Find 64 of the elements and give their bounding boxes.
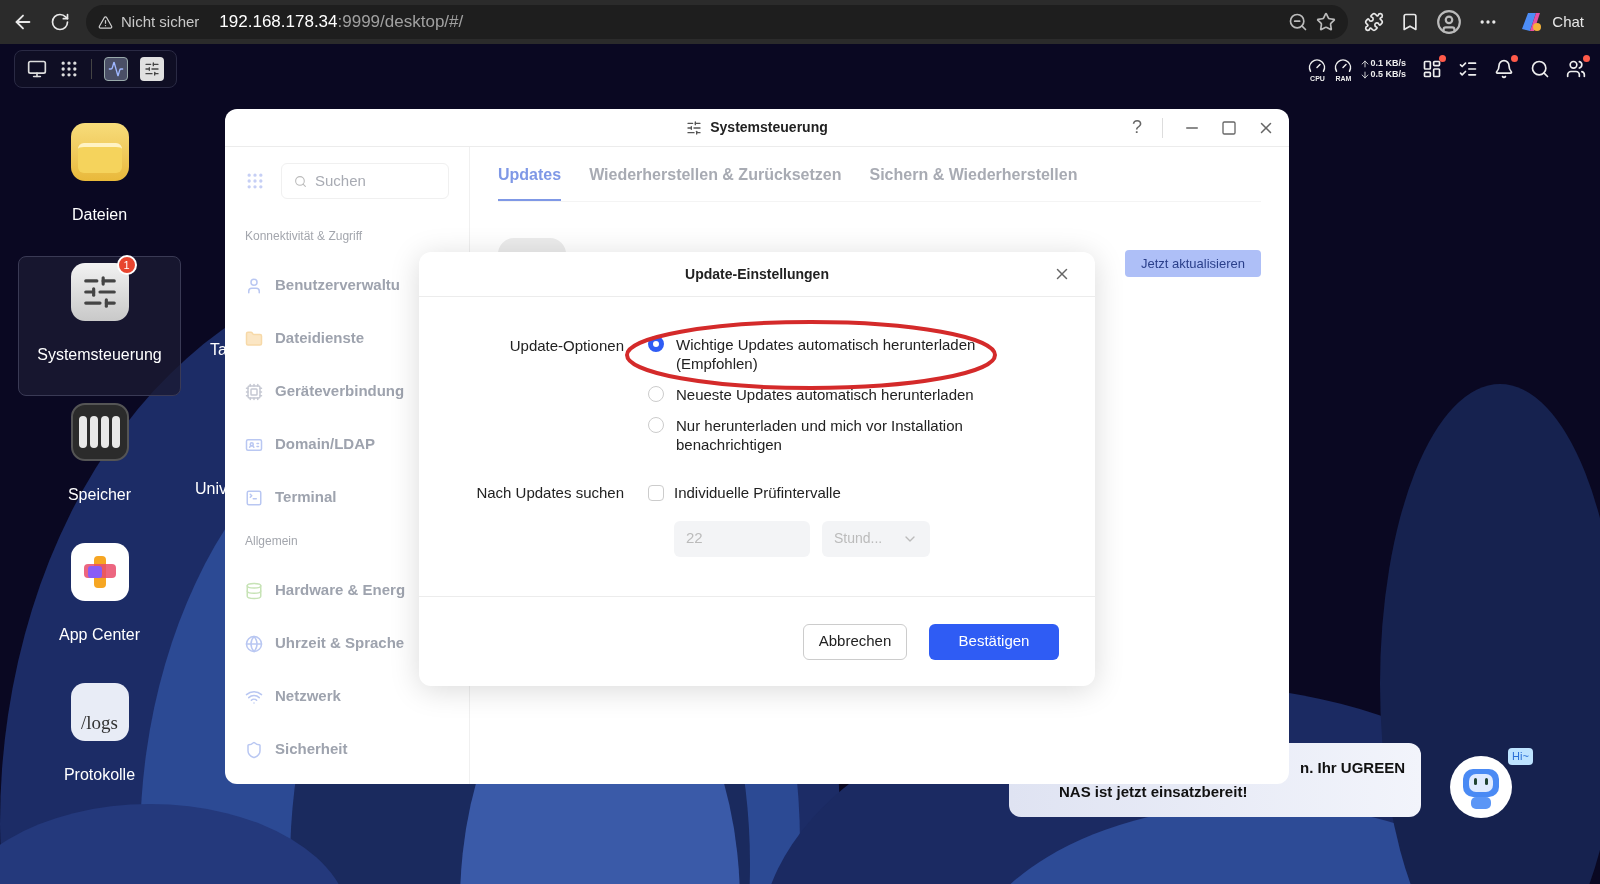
database-icon — [245, 581, 263, 600]
logs-icon: /logs — [70, 683, 129, 741]
app-center-icon — [70, 543, 129, 601]
window-title: Systemsteuerung — [710, 118, 828, 137]
desktop-icon[interactable] — [27, 59, 47, 79]
download-arrow-icon — [1360, 69, 1371, 80]
cpu-gauge-icon — [1308, 56, 1327, 75]
terminal-icon — [245, 488, 263, 507]
task-list-icon[interactable] — [1458, 59, 1478, 79]
update-now-button[interactable]: Jetzt aktualisieren — [1124, 250, 1261, 277]
users-icon[interactable] — [1566, 59, 1586, 79]
desktop-shortcut[interactable]: /logs Protokolle — [18, 676, 181, 816]
shield-icon — [245, 740, 263, 759]
security-label: Nicht sicher — [121, 11, 200, 32]
greeting-badge: Hi~ — [1508, 748, 1533, 765]
section-heading: Konnektivität & Zugriff — [245, 228, 364, 245]
notification-text: n. Ihr UGREEN — [1299, 757, 1405, 778]
star-icon[interactable] — [1316, 12, 1337, 32]
cancel-button[interactable]: Abbrechen — [803, 623, 907, 660]
reload-icon[interactable] — [50, 12, 70, 32]
device-icon — [245, 382, 263, 401]
search-icon — [294, 174, 307, 188]
storage-icon — [70, 403, 129, 461]
section-heading: Allgemein — [245, 533, 299, 550]
notification-text: NAS ist jetzt einsatzbereit! — [1058, 782, 1248, 802]
dialog-title: Update-Einstellungen — [685, 264, 829, 284]
warning-icon — [98, 14, 113, 30]
chat-button[interactable]: Chat — [1514, 9, 1588, 35]
field-label: Nach Updates suchen — [475, 483, 624, 503]
dashboard-icon[interactable] — [1422, 59, 1442, 79]
folder-icon — [70, 123, 129, 181]
download-speed: 0.5 KB/s — [1370, 69, 1406, 80]
upload-speed: 0.1 KB/s — [1370, 58, 1406, 69]
radio-button[interactable] — [648, 336, 664, 352]
profile-icon[interactable] — [1436, 9, 1463, 35]
bell-icon[interactable] — [1494, 59, 1514, 79]
tab[interactable]: Updates — [498, 163, 562, 201]
desktop-shortcut[interactable]: Speicher — [18, 396, 181, 536]
radio-option[interactable]: Nur herunterladen und mich vor Installation benachrichtigen — [648, 416, 996, 454]
search-icon[interactable] — [1530, 59, 1550, 79]
app-grid-icon[interactable] — [59, 59, 79, 79]
settings-app-icon[interactable] — [140, 57, 164, 81]
radio-option[interactable]: Neueste Updates automatisch herunterladen — [648, 385, 996, 404]
field-label: Update-Optionen — [508, 336, 624, 356]
checkbox[interactable] — [648, 485, 664, 502]
desktop-shortcut[interactable]: Dateien — [18, 116, 181, 256]
url-text: 192.168.178.34:9999/desktop/#/ — [219, 11, 464, 34]
desktop-shortcut[interactable]: App Center — [18, 536, 181, 676]
zoom-out-icon[interactable] — [1288, 12, 1309, 32]
ram-gauge-icon — [1334, 56, 1353, 75]
user-icon — [245, 276, 263, 295]
desktop-shortcut[interactable]: 1 Systemsteuerung — [18, 256, 181, 396]
extensions-icon[interactable] — [1364, 12, 1385, 32]
globe-icon — [245, 634, 263, 653]
help-button[interactable]: ? — [1132, 114, 1142, 141]
maximize-icon[interactable] — [1221, 119, 1237, 136]
sliders-icon — [686, 119, 703, 136]
folder-icon — [245, 329, 263, 348]
sliders-icon — [70, 263, 129, 321]
confirm-button[interactable]: Bestätigen — [929, 623, 1059, 660]
checkbox-option[interactable]: Individuelle Prüfintervalle — [648, 482, 930, 505]
address-bar[interactable]: Nicht sicher 192.168.178.34:9999/desktop/#/ — [86, 5, 1349, 39]
monitor-app-icon[interactable] — [104, 57, 128, 81]
upload-arrow-icon — [1360, 58, 1371, 69]
